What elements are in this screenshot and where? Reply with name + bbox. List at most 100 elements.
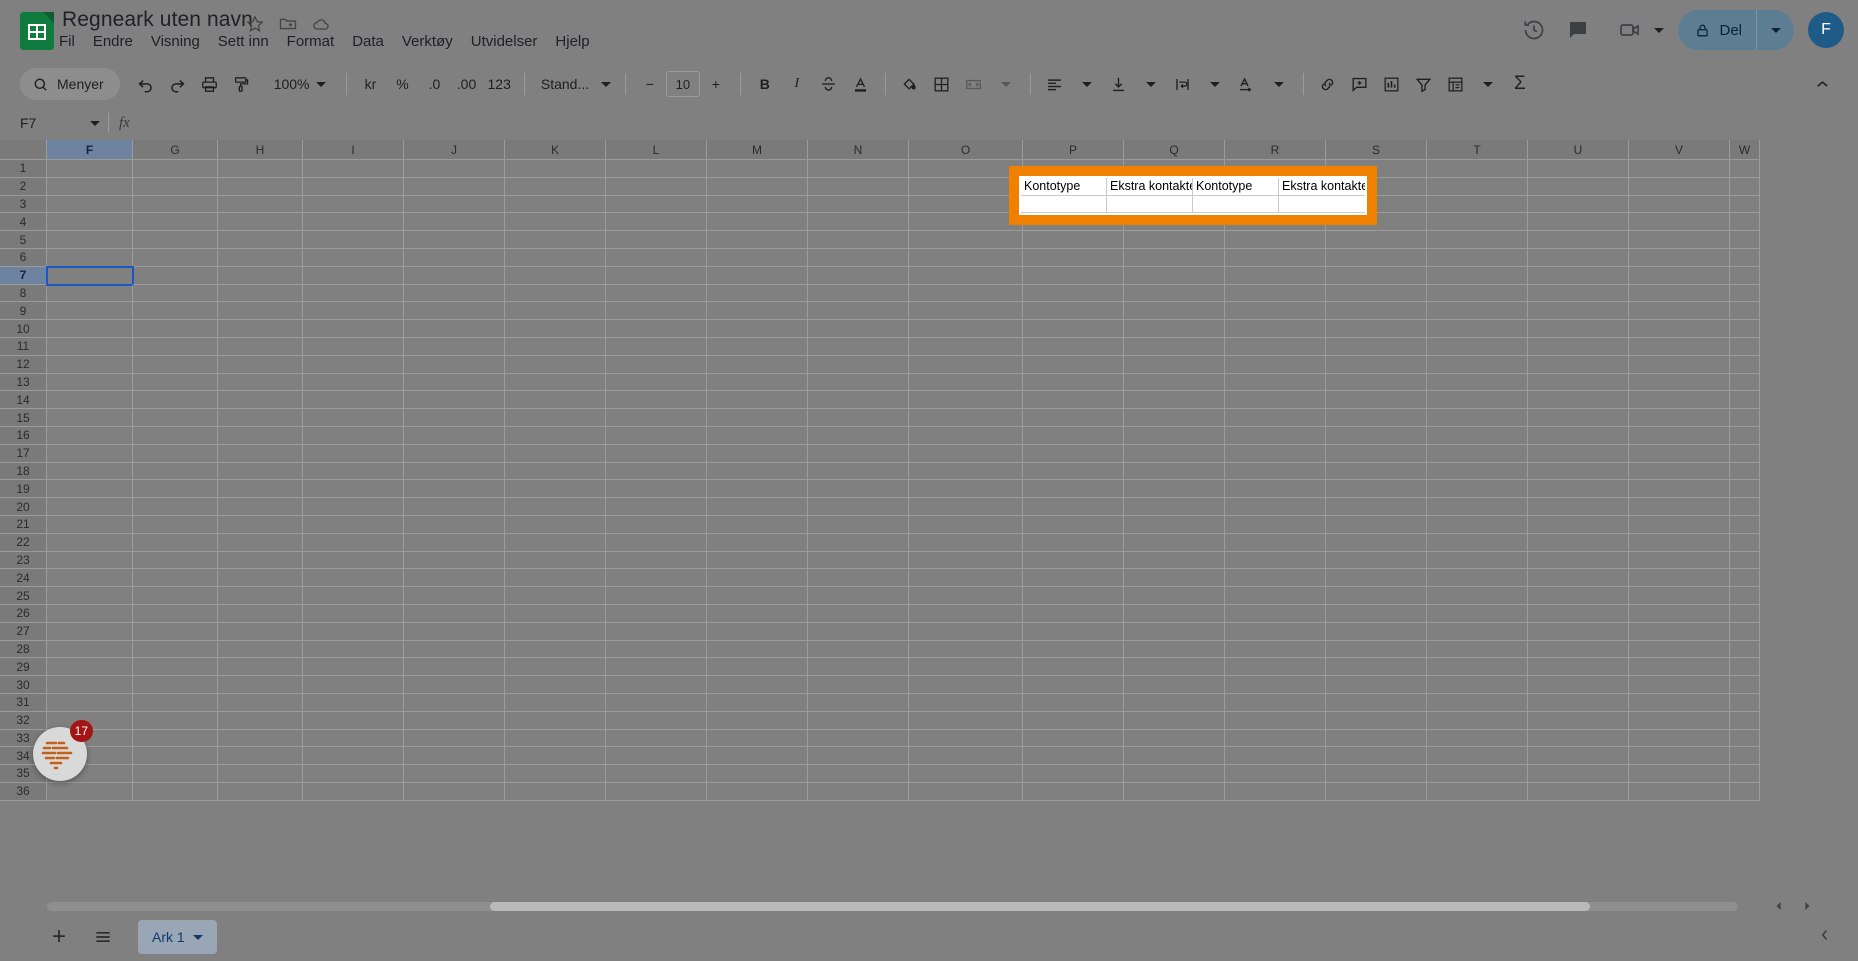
horizontal-align-button[interactable] [1039,68,1071,100]
cell-R26[interactable] [1225,604,1326,623]
cell-P28[interactable] [1023,640,1124,659]
cell-G34[interactable] [133,747,218,766]
cell-R29[interactable] [1225,658,1326,677]
cell-I29[interactable] [303,658,404,677]
cell-F15[interactable] [47,409,133,427]
cell-L16[interactable] [606,426,707,445]
cell-U11[interactable] [1528,337,1629,356]
cell-H34[interactable] [218,747,303,766]
cell-I33[interactable] [303,729,404,748]
cell-M35[interactable] [707,765,808,783]
cell-V5[interactable] [1629,231,1730,249]
cell-W24[interactable] [1730,569,1760,588]
cell-F24[interactable] [47,569,133,588]
cell-M11[interactable] [707,337,808,356]
cell-V11[interactable] [1629,337,1730,356]
cell-S34[interactable] [1326,747,1427,766]
cell-K15[interactable] [505,409,606,427]
cell-G16[interactable] [133,426,218,445]
cell-V19[interactable] [1629,480,1730,499]
cell-T33[interactable] [1427,729,1528,748]
cell-W12[interactable] [1730,355,1760,374]
cell-F20[interactable] [47,498,133,516]
cell-H6[interactable] [218,248,303,267]
cell-G14[interactable] [133,391,218,410]
cell-F6[interactable] [47,248,133,267]
cell-J17[interactable] [404,444,505,463]
cell-P8[interactable] [1023,284,1124,303]
cell-L14[interactable] [606,391,707,410]
cell-J16[interactable] [404,426,505,445]
cell-Q17[interactable] [1124,444,1225,463]
cell-Q6[interactable] [1124,248,1225,267]
cell-M13[interactable] [707,373,808,392]
cell-S20[interactable] [1326,498,1427,516]
cell-F19[interactable] [47,480,133,499]
cell-L5[interactable] [606,231,707,249]
cell-S16[interactable] [1326,426,1427,445]
cell-U17[interactable] [1528,444,1629,463]
menu-sett-inn[interactable]: Sett inn [209,30,278,53]
column-header-t[interactable]: T [1427,140,1528,160]
cell-L19[interactable] [606,480,707,499]
cell-G31[interactable] [133,693,218,712]
insert-comment-button[interactable] [1344,68,1376,100]
cell-W18[interactable] [1730,462,1760,481]
cell-O21[interactable] [909,515,1023,534]
row-header-30[interactable]: 30 [0,676,47,694]
cell-K2[interactable] [505,177,606,196]
cell-W3[interactable] [1730,195,1760,214]
cell-M4[interactable] [707,213,808,232]
cell-P23[interactable] [1023,551,1124,570]
cell-U34[interactable] [1528,747,1629,766]
cell-P11[interactable] [1023,337,1124,356]
cell-V36[interactable] [1629,782,1730,801]
cell-G3[interactable] [133,195,218,214]
cell-R13[interactable] [1225,373,1326,392]
cell-I24[interactable] [303,569,404,588]
row-header-10[interactable]: 10 [0,320,47,338]
cell-N26[interactable] [808,604,909,623]
cell-L35[interactable] [606,765,707,783]
cell-R22[interactable] [1225,533,1326,552]
cell-I36[interactable] [303,782,404,801]
cell-G7[interactable] [133,266,218,285]
cell-G4[interactable] [133,213,218,232]
cell-J20[interactable] [404,498,505,516]
add-sheet-button[interactable]: + [40,918,78,956]
column-header-i[interactable]: I [303,140,404,160]
cell-I35[interactable] [303,765,404,783]
cell-F29[interactable] [47,658,133,677]
cell-K14[interactable] [505,391,606,410]
cell-R32[interactable] [1225,711,1326,730]
cell-P3[interactable] [1023,195,1124,214]
cell-R33[interactable] [1225,729,1326,748]
cell-T31[interactable] [1427,693,1528,712]
cell-S6[interactable] [1326,248,1427,267]
row-header-28[interactable]: 28 [0,640,47,659]
version-history-icon[interactable] [1512,8,1556,52]
cell-I27[interactable] [303,622,404,641]
cell-O25[interactable] [909,587,1023,605]
cell-H21[interactable] [218,515,303,534]
row-header-26[interactable]: 26 [0,604,47,623]
cell-L15[interactable] [606,409,707,427]
cell-W7[interactable] [1730,266,1760,285]
cell-G30[interactable] [133,676,218,694]
cell-R8[interactable] [1225,284,1326,303]
cell-H16[interactable] [218,426,303,445]
cell-G17[interactable] [133,444,218,463]
cell-U31[interactable] [1528,693,1629,712]
row-header-11[interactable]: 11 [0,337,47,356]
cell-S5[interactable] [1326,231,1427,249]
cell-G35[interactable] [133,765,218,783]
column-header-n[interactable]: N [808,140,909,160]
cell-M2[interactable] [707,177,808,196]
cell-P17[interactable] [1023,444,1124,463]
decrease-decimal-button[interactable]: .0 [419,68,451,100]
cell-K22[interactable] [505,533,606,552]
cell-R36[interactable] [1225,782,1326,801]
cell-L20[interactable] [606,498,707,516]
wrapping-chevron-down-icon[interactable] [1199,68,1231,100]
column-header-p[interactable]: P [1023,140,1124,160]
